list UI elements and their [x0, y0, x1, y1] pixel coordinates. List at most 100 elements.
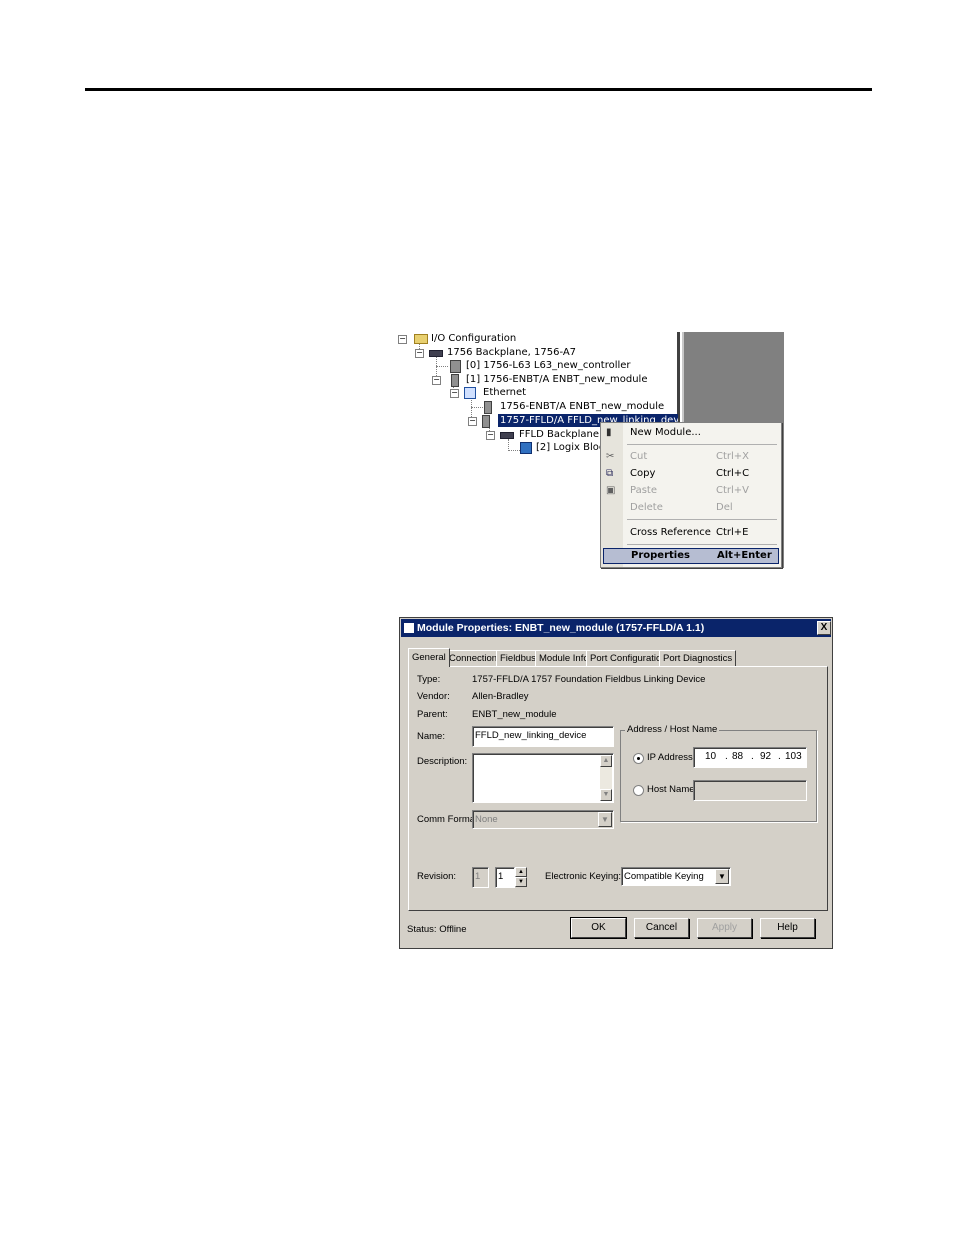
- menu-separator: [627, 444, 777, 445]
- menu-item-label: New Module...: [630, 427, 701, 438]
- ip-dot: .: [751, 751, 754, 762]
- chevron-down-icon[interactable]: ▼: [598, 812, 612, 827]
- network-icon: [464, 387, 476, 399]
- scroll-down-icon[interactable]: ▼: [600, 789, 612, 801]
- spin-down-icon[interactable]: ▼: [515, 877, 527, 887]
- tree-node-label: [2] Logix Block: [536, 442, 600, 453]
- revision-minor-input[interactable]: 1: [495, 867, 515, 888]
- tree-node-label: 1756-ENBT/A ENBT_new_module: [500, 401, 665, 412]
- description-textarea[interactable]: ▲ ▼: [472, 753, 614, 803]
- module-icon: [484, 401, 492, 414]
- electronic-keying-value: Compatible Keying: [624, 871, 704, 882]
- module-icon: [451, 374, 459, 387]
- vendor-value: Allen-Bradley: [472, 691, 529, 702]
- host-name-radio[interactable]: [633, 785, 644, 796]
- scissors-icon: ✂: [606, 451, 615, 462]
- copy-icon: ⧉: [606, 468, 614, 479]
- menu-item-paste[interactable]: ▣ Paste Ctrl+V: [601, 483, 781, 499]
- parent-value: ENBT_new_module: [472, 709, 557, 720]
- backplane-icon: [500, 432, 514, 439]
- tree-node-label: FFLD Backplane: [519, 429, 599, 440]
- tab-general[interactable]: General: [408, 648, 450, 667]
- revision-label: Revision:: [417, 871, 457, 882]
- menu-item-shortcut: Ctrl+X: [716, 451, 750, 462]
- menu-item-delete[interactable]: Delete Del: [601, 500, 781, 516]
- menu-item-shortcut: Ctrl+C: [716, 468, 750, 479]
- menu-item-copy[interactable]: ⧉ Copy Ctrl+C: [601, 466, 781, 482]
- status-text: Status: Offline: [407, 924, 467, 935]
- tree-connector: [508, 450, 520, 451]
- tab-fieldbus[interactable]: Fieldbus: [496, 650, 540, 666]
- menu-item-cross-reference[interactable]: Cross Reference Ctrl+E: [601, 525, 781, 541]
- apply-button[interactable]: Apply: [697, 918, 752, 938]
- menu-item-shortcut: Alt+Enter: [717, 550, 772, 561]
- chevron-down-icon[interactable]: ▼: [715, 869, 729, 884]
- backplane-icon: [429, 350, 443, 357]
- type-value: 1757-FFLD/A 1757 Foundation Fieldbus Lin…: [472, 674, 706, 685]
- spin-up-icon[interactable]: ▲: [515, 867, 527, 877]
- menu-separator: [627, 519, 777, 520]
- tree-node-label: [1] 1756-ENBT/A ENBT_new_module: [466, 374, 648, 385]
- scroll-up-icon[interactable]: ▲: [600, 755, 612, 767]
- parent-label: Parent:: [417, 709, 448, 720]
- tab-connection[interactable]: Connection: [445, 650, 502, 666]
- tree-node-label: Ethernet: [483, 387, 527, 398]
- collapse-icon[interactable]: −: [398, 335, 407, 344]
- type-label: Type:: [417, 674, 441, 685]
- context-menu: ▮ New Module... ✂ Cut Ctrl+X ⧉ Copy Ctrl…: [600, 422, 782, 568]
- ip-octet-4: 103: [785, 751, 802, 762]
- menu-separator: [627, 544, 777, 545]
- address-host-group: [620, 730, 817, 822]
- ok-button[interactable]: OK: [570, 917, 627, 939]
- ip-address-label: IP Address:: [647, 752, 696, 763]
- collapse-icon[interactable]: −: [432, 376, 441, 385]
- ip-octet-2: 88: [732, 751, 744, 762]
- tab-port-diagnostics[interactable]: Port Diagnostics: [659, 650, 737, 666]
- host-name-label: Host Name:: [647, 784, 698, 795]
- help-button[interactable]: Help: [760, 918, 815, 938]
- collapse-icon[interactable]: −: [468, 417, 477, 426]
- menu-item-shortcut: Ctrl+V: [716, 485, 750, 496]
- folder-icon: [414, 334, 428, 344]
- comm-format-select[interactable]: None ▼: [472, 810, 614, 829]
- collapse-icon[interactable]: −: [415, 349, 424, 358]
- menu-item-shortcut: Del: [716, 502, 733, 513]
- electronic-keying-label: Electronic Keying:: [545, 871, 622, 882]
- window-icon: [404, 623, 414, 633]
- tab-module-info[interactable]: Module Info: [535, 650, 593, 666]
- tree-node-label: I/O Configuration: [431, 333, 517, 344]
- close-button[interactable]: X: [817, 621, 831, 635]
- ip-address-input[interactable]: 10 . 88 . 92 . 103: [693, 747, 807, 768]
- module-properties-dialog: Module Properties: ENBT_new_module (1757…: [399, 617, 833, 949]
- menu-item-cut[interactable]: ✂ Cut Ctrl+X: [601, 449, 781, 465]
- new-module-icon: ▮: [606, 427, 612, 438]
- address-group-label: Address / Host Name: [625, 724, 720, 735]
- menu-item-label: Cross Reference: [630, 527, 711, 538]
- tree-node-label: 1756 Backplane, 1756-A7: [447, 347, 577, 358]
- ip-address-radio[interactable]: [633, 753, 644, 764]
- electronic-keying-select[interactable]: Compatible Keying ▼: [621, 867, 731, 886]
- menu-item-new-module[interactable]: ▮ New Module...: [601, 425, 781, 441]
- collapse-icon[interactable]: −: [486, 431, 495, 440]
- paste-icon: ▣: [606, 485, 616, 496]
- collapse-icon[interactable]: −: [450, 389, 459, 398]
- comm-format-value: None: [475, 814, 498, 825]
- ip-octet-1: 10: [705, 751, 717, 762]
- name-label: Name:: [417, 731, 445, 742]
- vendor-label: Vendor:: [417, 691, 450, 702]
- menu-item-properties[interactable]: Properties Alt+Enter: [603, 548, 779, 564]
- revision-spinner[interactable]: ▲ ▼: [515, 867, 527, 887]
- name-input[interactable]: FFLD_new_linking_device: [472, 726, 614, 747]
- menu-item-label: Paste: [630, 485, 657, 496]
- tab-port-configuration[interactable]: Port Configuration: [586, 650, 671, 666]
- host-name-input[interactable]: [693, 780, 807, 801]
- dialog-titlebar[interactable]: Module Properties: ENBT_new_module (1757…: [401, 619, 831, 637]
- menu-item-label: Properties: [631, 550, 690, 561]
- dialog-title: Module Properties: ENBT_new_module (1757…: [417, 622, 705, 634]
- comm-format-label: Comm Format:: [417, 814, 481, 825]
- logix-block-icon: [520, 442, 532, 454]
- description-scrollbar[interactable]: ▲ ▼: [600, 755, 612, 801]
- controller-icon: [450, 360, 461, 373]
- cancel-button[interactable]: Cancel: [634, 918, 689, 938]
- revision-major-field: 1: [472, 867, 489, 888]
